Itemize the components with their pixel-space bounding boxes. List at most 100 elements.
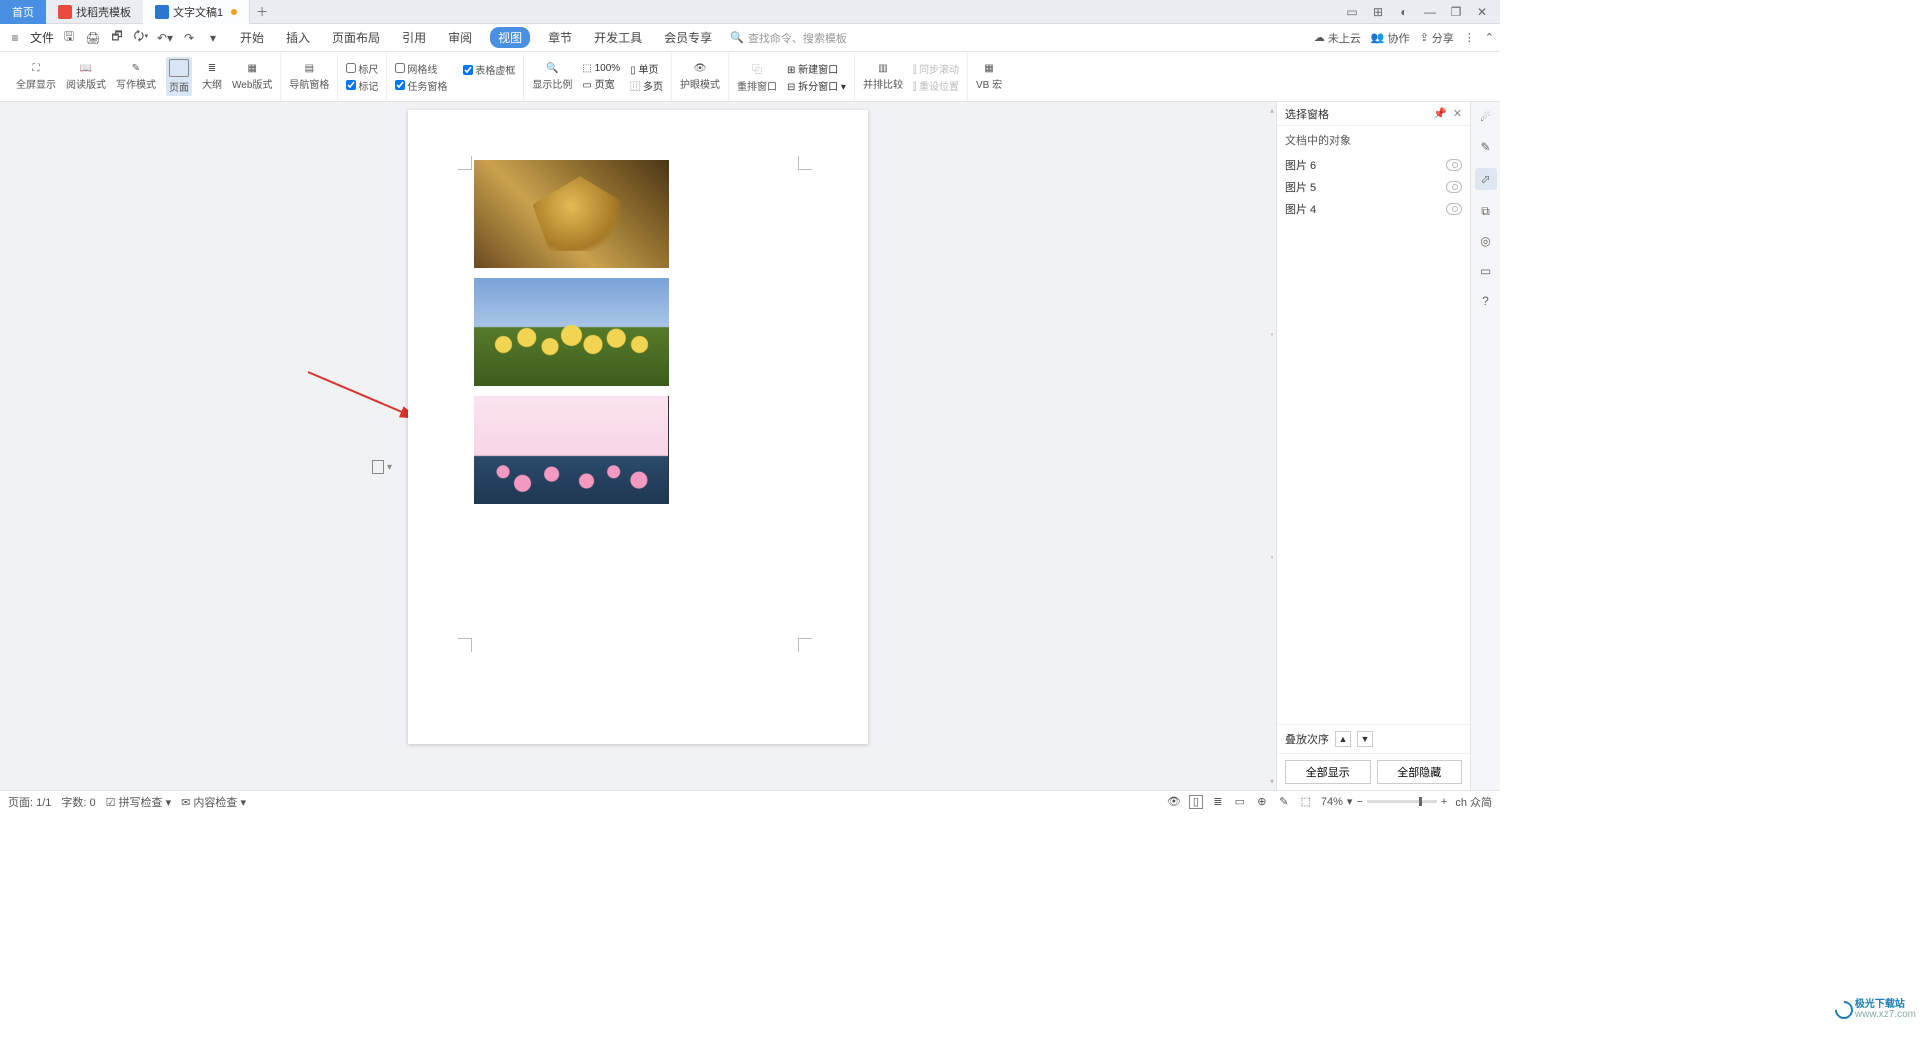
z-down-button[interactable]: ▼ — [1357, 731, 1373, 747]
select-icon[interactable]: ⬀ — [1475, 168, 1497, 190]
view-web-icon[interactable]: ⊕ — [1255, 795, 1269, 809]
status-words[interactable]: 字数: 0 — [61, 794, 95, 810]
grid-icon[interactable]: ⊞ — [1370, 4, 1386, 20]
file-menu[interactable]: 文件 — [30, 29, 54, 46]
status-page[interactable]: 页面: 1/1 — [8, 794, 51, 810]
menu-dev[interactable]: 开发工具 — [590, 27, 646, 48]
minimize-icon[interactable]: — — [1422, 4, 1438, 20]
image-blossom[interactable] — [474, 396, 669, 504]
taskpane-checkbox[interactable]: 任务窗格 — [395, 78, 447, 93]
visibility-toggle-icon[interactable] — [1446, 159, 1462, 171]
preview-icon[interactable]: 🗗 — [108, 29, 126, 47]
document-page[interactable]: ▾ — [408, 110, 868, 744]
single-page-button[interactable]: ▯ 单页 — [630, 61, 658, 76]
rearrange-window-button[interactable]: ⿻重排窗口 — [737, 61, 777, 93]
hide-all-button[interactable]: 全部隐藏 — [1377, 760, 1463, 784]
visibility-toggle-icon[interactable] — [1446, 181, 1462, 193]
book2-icon[interactable]: ▭ — [1477, 262, 1495, 280]
object-item[interactable]: 图片 4 — [1277, 198, 1470, 220]
close-pane-icon[interactable]: ✕ — [1453, 107, 1462, 120]
zoom-slider[interactable] — [1367, 800, 1437, 803]
hamburger-icon[interactable]: ≡ — [6, 29, 24, 47]
link-icon[interactable]: ⧉ — [1477, 202, 1495, 220]
image-leaf[interactable] — [474, 160, 669, 268]
menu-insert[interactable]: 插入 — [282, 27, 314, 48]
new-tab-button[interactable]: ＋ — [250, 0, 274, 24]
mark-checkbox[interactable]: 标记 — [346, 78, 378, 93]
show-scale-button[interactable]: 🔍显示比例 — [532, 63, 572, 91]
tab-templates[interactable]: 找稻壳模板 — [46, 0, 143, 24]
collapse-ribbon-icon[interactable]: ⌃ — [1485, 31, 1494, 44]
object-item[interactable]: 图片 6 — [1277, 154, 1470, 176]
canvas-area[interactable]: ▾ ▴••▾ — [0, 102, 1276, 790]
ruler-checkbox[interactable]: 标尺 — [346, 61, 378, 76]
maximize-icon[interactable]: ❐ — [1448, 4, 1464, 20]
outline-icon: ≣ — [208, 63, 216, 74]
help-icon[interactable]: ? — [1477, 292, 1495, 310]
visibility-toggle-icon[interactable] — [1446, 203, 1462, 215]
show-all-button[interactable]: 全部显示 — [1285, 760, 1371, 784]
menu-refer[interactable]: 引用 — [398, 27, 430, 48]
compare-icon: ▥ — [878, 63, 887, 74]
pagewidth-button[interactable]: ▭ 页宽 — [582, 76, 614, 91]
coop-button[interactable]: 👥协作 — [1371, 30, 1410, 46]
showscale-label: 显示比例 — [532, 76, 572, 91]
fullscreen-button[interactable]: ⛶全屏显示 — [16, 63, 56, 91]
view-write-icon[interactable]: ✎ — [1277, 795, 1291, 809]
status-ime[interactable]: ch 众简 — [1455, 794, 1492, 810]
watermark-url: www.xz7.com — [1855, 1010, 1916, 1020]
vb-macro-button[interactable]: ▦VB 宏 — [976, 63, 1002, 91]
close-icon[interactable]: ✕ — [1474, 4, 1490, 20]
new-window-button[interactable]: ⊞ 新建窗口 — [787, 61, 838, 76]
redo-icon[interactable]: ↷ — [180, 29, 198, 47]
more-icon[interactable]: ⋮ — [1464, 31, 1475, 44]
menu-review[interactable]: 审阅 — [444, 27, 476, 48]
cloud-status[interactable]: ☁未上云 — [1314, 30, 1361, 46]
location-icon[interactable]: ◎ — [1477, 232, 1495, 250]
skin-icon[interactable]: ☄ — [1477, 108, 1495, 126]
menu-chapter[interactable]: 章节 — [544, 27, 576, 48]
share-button[interactable]: ⇪分享 — [1420, 30, 1454, 46]
view-page-icon[interactable]: ▯ — [1189, 795, 1203, 809]
zoom-control[interactable]: 74% ▾ −+ — [1321, 795, 1447, 808]
read-mode-button[interactable]: 📖阅读版式 — [66, 63, 106, 91]
page-anchor-tag[interactable]: ▾ — [372, 460, 392, 474]
menu-view[interactable]: 视图 — [490, 27, 530, 48]
menu-member[interactable]: 会员专享 — [660, 27, 716, 48]
undo-icon[interactable]: ↶▾ — [156, 29, 174, 47]
tableframe-checkbox[interactable]: 表格虚框 — [463, 62, 515, 77]
web-mode-button[interactable]: ▦Web版式 — [232, 63, 272, 91]
print-icon[interactable]: 🖨 — [84, 29, 102, 47]
eye-mode-icon[interactable]: 👁 — [1167, 795, 1181, 809]
menu-start[interactable]: 开始 — [236, 27, 268, 48]
z-up-button[interactable]: ▲ — [1335, 731, 1351, 747]
status-contentcheck[interactable]: ✉ 内容检查 ▾ — [181, 794, 246, 810]
page-mode-button[interactable]: 页面 — [166, 57, 192, 96]
pin-icon[interactable]: 📌 — [1433, 107, 1447, 120]
view-read-icon[interactable]: ▭ — [1233, 795, 1247, 809]
eyecare-button[interactable]: 👁护眼模式 — [680, 63, 720, 91]
menu-layout[interactable]: 页面布局 — [328, 27, 384, 48]
status-spellcheck[interactable]: ☑ 拼写检查 ▾ — [106, 794, 172, 810]
eye-icon: 👁 — [694, 63, 707, 74]
view-outline-icon[interactable]: ≣ — [1211, 795, 1225, 809]
split-window-button[interactable]: ⊟ 拆分窗口 ▾ — [787, 78, 846, 93]
grid-checkbox[interactable]: 网格线 — [395, 61, 437, 76]
outline-button[interactable]: ≣大纲 — [202, 63, 222, 91]
tab-home[interactable]: 首页 — [0, 0, 46, 24]
multi-page-button[interactable]: ⿲ 多页 — [630, 78, 663, 93]
refresh-icon[interactable]: 🗘▾ — [132, 29, 150, 47]
tab-document[interactable]: 文字文稿1 — [143, 0, 250, 24]
object-item[interactable]: 图片 5 — [1277, 176, 1470, 198]
save-icon[interactable]: 🖫 — [60, 29, 78, 47]
fit-icon[interactable]: ⬚ — [1299, 795, 1313, 809]
dropdown-icon[interactable]: ▾ — [204, 29, 222, 47]
layout1-icon[interactable]: ▭ — [1344, 4, 1360, 20]
user-icon[interactable]: ◐ — [1396, 4, 1412, 20]
zoom100-button[interactable]: ⬚ 100% — [582, 63, 620, 74]
pen-icon[interactable]: ✎ — [1477, 138, 1495, 156]
image-tulips[interactable] — [474, 278, 669, 386]
command-search[interactable]: 🔍 查找命令、搜索模板 — [730, 30, 847, 46]
nav-pane-button[interactable]: ▤导航窗格 — [289, 63, 329, 91]
write-mode-button[interactable]: ✎写作模式 — [116, 63, 156, 91]
